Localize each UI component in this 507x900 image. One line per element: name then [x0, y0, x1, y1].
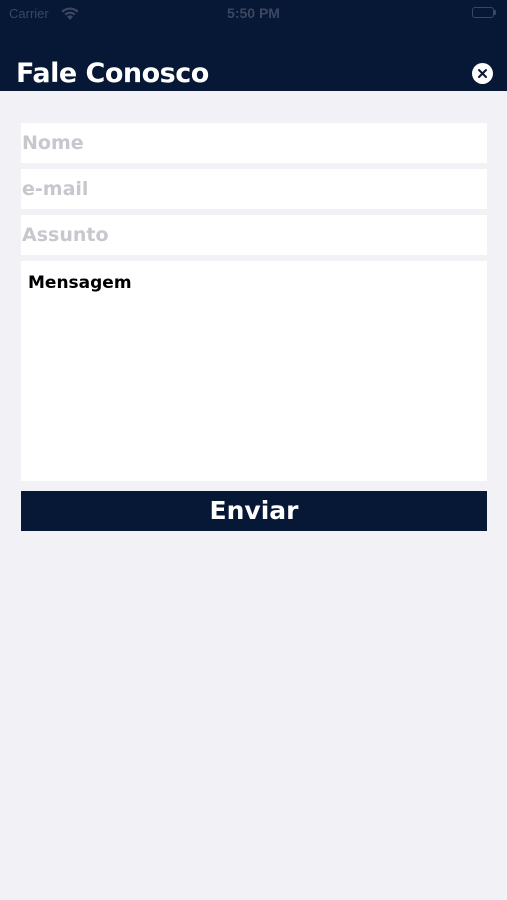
email-input[interactable]: [21, 169, 487, 209]
close-icon: [478, 69, 487, 78]
battery-icon: [472, 7, 498, 20]
send-button[interactable]: Enviar: [21, 491, 487, 531]
page-title: Fale Conosco: [16, 58, 209, 89]
contact-screen: Carrier 5:50 PM Fale Conosco Nome e-mail…: [0, 0, 507, 900]
navigation-header: Carrier 5:50 PM Fale Conosco: [0, 0, 507, 91]
clock: 5:50 PM: [227, 5, 280, 21]
subject-input[interactable]: [21, 215, 487, 255]
close-button[interactable]: [472, 63, 493, 84]
name-input[interactable]: [21, 123, 487, 163]
contact-form: Mensagem: [21, 123, 487, 481]
message-textarea[interactable]: Mensagem: [21, 261, 487, 481]
status-bar: Carrier 5:50 PM: [0, 0, 507, 28]
